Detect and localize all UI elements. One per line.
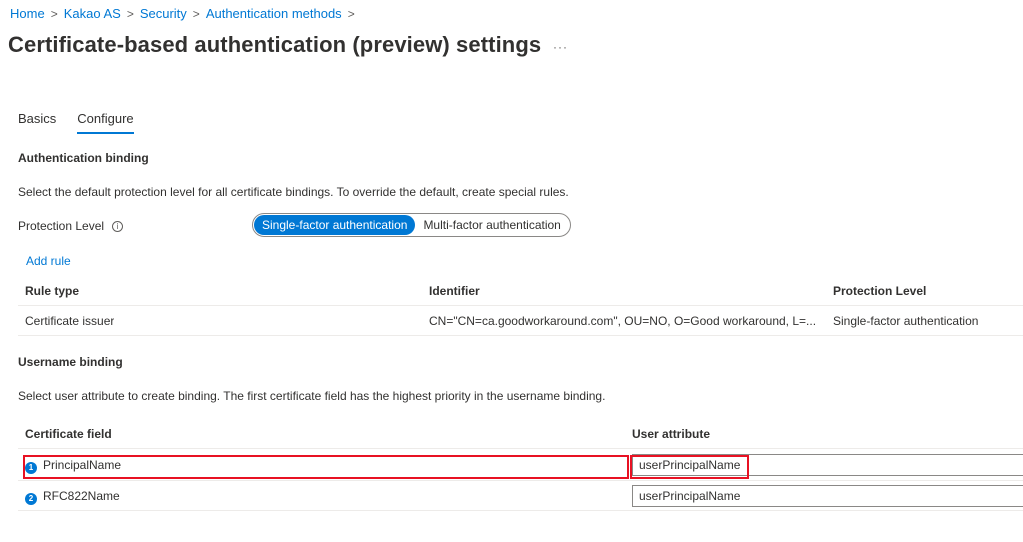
number-badge-icon: 2	[25, 493, 37, 505]
certificate-field-label: RFC822Name	[43, 489, 120, 503]
table-row[interactable]: Certificate issuer CN="CN=ca.goodworkaro…	[18, 306, 1023, 336]
tab-bar: Basics Configure	[18, 111, 134, 134]
protection-level-text: Protection Level	[18, 219, 105, 233]
column-header-user-attribute: User attribute	[632, 427, 711, 441]
chevron-right-icon: >	[192, 6, 200, 21]
username-binding-title: Username binding	[18, 355, 123, 369]
rule-type-cell: Certificate issuer	[25, 314, 115, 328]
column-header-certificate-field: Certificate field	[25, 427, 112, 441]
table-header-row: Rule type Identifier Protection Level	[18, 276, 1023, 306]
breadcrumb-home[interactable]: Home	[10, 6, 45, 21]
certificate-field-cell: 1 PrincipalName	[25, 449, 121, 481]
user-attribute-input[interactable]	[632, 485, 1023, 507]
number-badge-icon: 1	[25, 462, 37, 474]
user-attribute-input[interactable]	[632, 454, 1023, 476]
protection-level-cell: Single-factor authentication	[833, 314, 979, 328]
breadcrumb: Home > Kakao AS > Security > Authenticat…	[10, 6, 355, 21]
certificate-field-cell: 2 RFC822Name	[25, 481, 120, 511]
tab-basics[interactable]: Basics	[18, 111, 56, 134]
identifier-cell: CN="CN=ca.goodworkaround.com", OU=NO, O=…	[429, 314, 817, 328]
toggle-multi-factor[interactable]: Multi-factor authentication	[415, 215, 568, 235]
breadcrumb-tenant[interactable]: Kakao AS	[64, 6, 121, 21]
tab-configure[interactable]: Configure	[77, 111, 134, 134]
column-header-rule-type: Rule type	[25, 284, 80, 298]
column-header-identifier: Identifier	[429, 284, 480, 298]
auth-binding-description: Select the default protection level for …	[18, 185, 569, 199]
page-title: Certificate-based authentication (previe…	[8, 32, 542, 57]
breadcrumb-auth-methods[interactable]: Authentication methods	[206, 6, 342, 21]
breadcrumb-security[interactable]: Security	[140, 6, 187, 21]
toggle-single-factor[interactable]: Single-factor authentication	[254, 215, 416, 235]
table-row[interactable]: 1 PrincipalName	[18, 449, 1023, 481]
protection-level-label: Protection Level i	[18, 219, 124, 233]
auth-binding-title: Authentication binding	[18, 151, 149, 165]
info-icon[interactable]: i	[112, 220, 124, 232]
table-header-row: Certificate field User attribute	[18, 419, 1023, 449]
chevron-right-icon: >	[347, 6, 355, 21]
username-binding-table: Certificate field User attribute 1 Princi…	[18, 419, 1023, 511]
add-rule-link[interactable]: Add rule	[26, 254, 71, 268]
table-row[interactable]: 2 RFC822Name	[18, 481, 1023, 511]
more-icon[interactable]: ···	[553, 40, 568, 54]
chevron-right-icon: >	[126, 6, 134, 21]
column-header-protection-level: Protection Level	[833, 284, 927, 298]
rules-table: Rule type Identifier Protection Level Ce…	[18, 276, 1023, 336]
protection-level-toggle: Single-factor authentication Multi-facto…	[252, 213, 571, 237]
username-binding-description: Select user attribute to create binding.…	[18, 389, 606, 403]
certificate-field-label: PrincipalName	[43, 458, 122, 472]
chevron-right-icon: >	[50, 6, 58, 21]
